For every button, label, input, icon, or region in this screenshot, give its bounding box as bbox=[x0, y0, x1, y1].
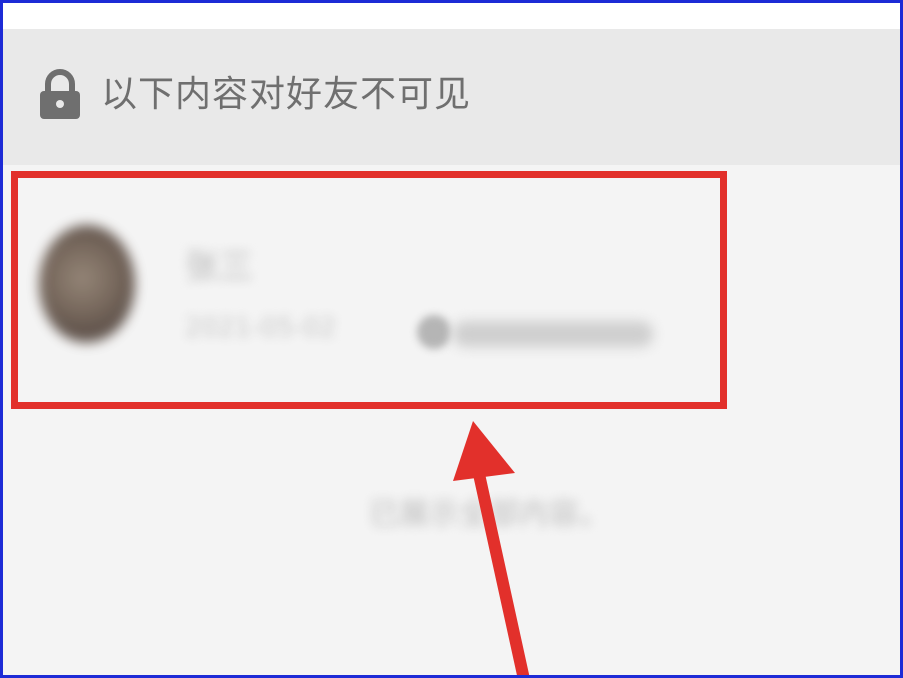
avatar[interactable] bbox=[39, 225, 135, 343]
footer-hint-text: 已展示全部内容。 bbox=[369, 497, 609, 532]
screenshot-frame: 以下内容对好友不可见 张三 2021-05-02 已展示全部内容。 bbox=[0, 0, 903, 678]
post-author-name[interactable]: 张三 bbox=[185, 239, 253, 288]
post-meta-bar bbox=[453, 321, 653, 347]
meta-dot-icon bbox=[417, 315, 451, 349]
top-strip bbox=[3, 3, 900, 29]
lock-icon bbox=[40, 69, 80, 119]
post-meta-text: 2021-05-02 bbox=[185, 313, 337, 343]
privacy-banner-text: 以下内容对好友不可见 bbox=[101, 74, 472, 115]
